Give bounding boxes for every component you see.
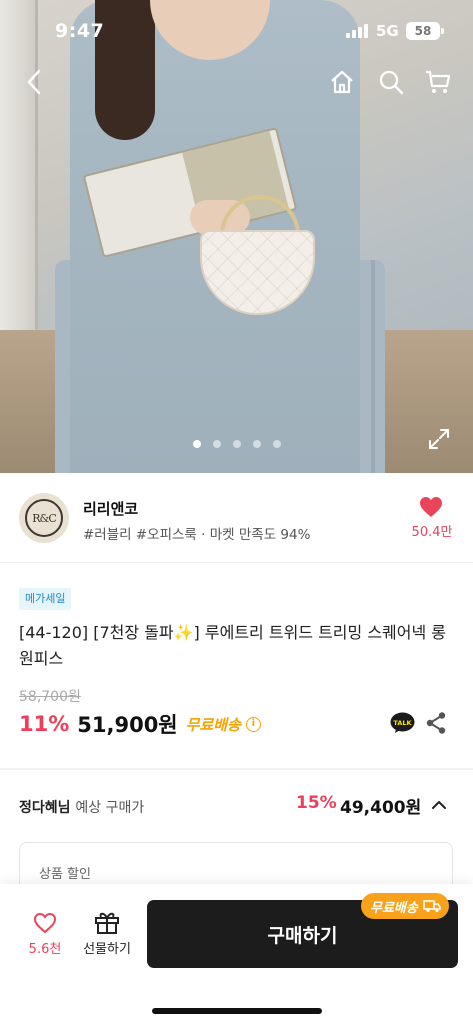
back-button[interactable] [18, 66, 50, 98]
home-icon [331, 70, 353, 94]
heart-icon[interactable] [419, 496, 443, 518]
expand-icon [429, 429, 449, 449]
price-row: 11% 51,900원 무료배송 i [19, 708, 261, 740]
home-button[interactable] [326, 66, 358, 98]
free-shipping-pill: 무료배송 [361, 893, 449, 919]
status-bar: 9:47 5G 58 [0, 0, 473, 60]
sale-badge: 메가세일 [19, 588, 72, 610]
sale-price: 51,900원 [77, 713, 178, 737]
seller-section[interactable]: R&C 리리앤코 #러블리 #오피스룩 · 마켓 만족도 94% 50.4만 [0, 473, 473, 563]
bottom-action-bar: 5.6천 선물하기 구매하기 무료배송 [0, 884, 473, 1024]
seller-logo[interactable]: R&C [19, 493, 69, 543]
gift-label: 선물하기 [83, 942, 131, 957]
heart-outline-icon [33, 912, 57, 934]
free-shipping-label: 무료배송 [185, 715, 241, 734]
battery-tip [441, 28, 444, 34]
cart-icon [426, 70, 451, 93]
home-indicator [152, 1008, 322, 1014]
status-time: 9:47 [55, 20, 105, 42]
svg-text:TALK: TALK [393, 719, 412, 727]
carousel-dot[interactable] [192, 440, 201, 448]
search-button[interactable] [375, 66, 407, 98]
expand-image-button[interactable] [426, 426, 452, 452]
product-discount-label: 상품 할인 [39, 867, 91, 882]
gift-button[interactable]: 선물하기 [78, 910, 136, 962]
product-image-carousel[interactable]: 9:47 5G 58 [0, 0, 473, 473]
discount-rate: 11% [19, 712, 70, 736]
search-icon [379, 70, 404, 95]
cart-button[interactable] [422, 66, 454, 98]
seller-tags: #러블리 #오피스룩 · 마켓 만족도 94% [83, 527, 311, 543]
wishlist-count: 5.6천 [28, 942, 62, 957]
share-icon [426, 712, 446, 734]
carousel-dot[interactable] [232, 440, 241, 448]
seller-logo-mark: R&C [25, 499, 63, 537]
network-type: 5G [376, 22, 399, 40]
info-icon[interactable]: i [245, 716, 261, 732]
truck-icon [423, 900, 441, 913]
member-name: 정다혜님 [19, 800, 71, 816]
original-price: 58,700원 [19, 689, 81, 705]
seller-name[interactable]: 리리앤코 [83, 498, 138, 519]
seller-like-count: 50.4만 [411, 525, 453, 540]
member-price-row[interactable]: 정다혜님 예상 구매가 15% 49,400원 [0, 788, 473, 824]
free-shipping-pill-label: 무료배송 [370, 900, 418, 916]
carousel-dot[interactable] [252, 440, 261, 448]
carousel-dot[interactable] [272, 440, 281, 448]
chevron-up-icon[interactable] [430, 796, 448, 814]
carousel-indicator [0, 440, 473, 448]
share-button[interactable] [425, 711, 447, 735]
talk-icon: TALK [390, 712, 415, 733]
member-price: 49,400원 [340, 798, 422, 818]
product-title: [44-120] [7천장 돌파✨] 루에트리 트위드 트리밍 스퀘어넥 롱 원… [19, 623, 447, 668]
expected-price-label: 예상 구매가 [75, 800, 145, 816]
member-discount: 15% [296, 793, 337, 813]
member-expected-price-label: 정다혜님 예상 구매가 [19, 797, 144, 817]
signal-icon [346, 24, 368, 38]
buy-button-label: 구매하기 [267, 924, 338, 947]
section-divider [0, 768, 473, 770]
carousel-dot[interactable] [212, 440, 221, 448]
gift-icon [95, 912, 119, 934]
wishlist-button[interactable]: 5.6천 [20, 912, 70, 962]
battery-icon: 58 [406, 22, 440, 40]
kakao-talk-button[interactable]: TALK [390, 712, 415, 734]
chevron-left-icon [27, 69, 41, 95]
